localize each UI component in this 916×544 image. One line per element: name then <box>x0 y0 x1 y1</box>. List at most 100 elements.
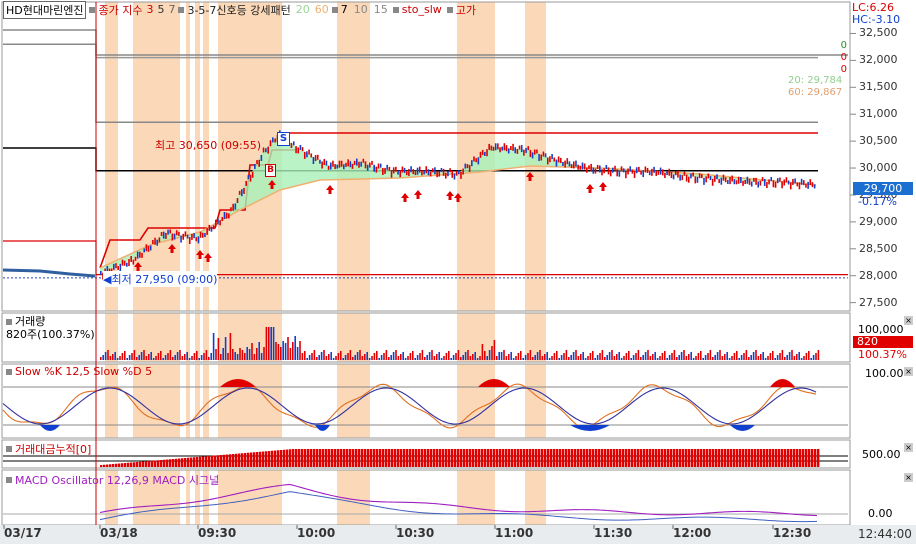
volume-bar <box>100 357 102 360</box>
stoch-period-15[interactable]: 15 <box>374 3 388 16</box>
candle <box>310 153 313 158</box>
candle <box>141 252 143 258</box>
cum-bar <box>682 449 685 467</box>
candle <box>538 153 540 161</box>
cum-bar <box>193 457 196 467</box>
cum-bar <box>712 449 715 467</box>
cum-bar <box>580 449 583 467</box>
volume-bar <box>577 356 580 360</box>
volume-bar <box>270 327 272 360</box>
volume-title[interactable]: 거래량 <box>15 315 45 328</box>
volume-bar <box>224 337 227 360</box>
volume-bar <box>354 355 356 360</box>
candle <box>208 224 211 231</box>
candle <box>766 181 768 188</box>
candle <box>182 233 185 240</box>
volume-bar <box>102 355 104 360</box>
stoch-period-7[interactable]: 7 <box>341 3 348 16</box>
candle <box>329 162 332 170</box>
cum-bar <box>754 449 757 467</box>
candle <box>620 166 623 172</box>
candle <box>247 175 250 180</box>
volume-bar <box>426 355 428 360</box>
ma-period-3[interactable]: 3 <box>146 3 153 16</box>
price-tick-label: 27,500 <box>859 295 898 309</box>
volume-bar <box>342 358 344 360</box>
volume-bar <box>143 350 145 360</box>
low-annotation: ◀최저 27,950 (09:00) <box>103 271 218 287</box>
buy-signal-marker[interactable]: B <box>265 164 276 177</box>
candle <box>351 163 354 169</box>
stock-name[interactable]: HD현대마린엔진 <box>3 0 87 19</box>
macd-title[interactable]: MACD Oscillator 12,26,9 MACD 시그널 <box>15 472 219 488</box>
candle <box>789 182 792 190</box>
candle <box>366 164 369 171</box>
volume-bar <box>167 353 169 360</box>
cum-bar <box>226 454 229 467</box>
cum-bar <box>385 449 388 467</box>
candle <box>564 160 566 168</box>
candle <box>382 167 384 175</box>
pattern-period-60[interactable]: 60 <box>315 3 329 16</box>
volume-bar <box>793 356 796 360</box>
stoch-title[interactable]: Slow %K 12,5 Slow %D 5 <box>15 365 152 378</box>
cum-bar <box>784 449 787 467</box>
volume-bar <box>671 353 673 360</box>
sell-signal-marker[interactable]: S <box>277 132 290 146</box>
volume-bar <box>176 352 179 360</box>
time-label: 09:30 <box>198 526 237 540</box>
up-arrow-icon <box>414 190 422 199</box>
stoch-close-icon[interactable]: × <box>904 367 913 376</box>
volume-bar <box>424 357 426 360</box>
cum-bar <box>133 462 136 467</box>
pattern-label[interactable]: 3-5-7신호등 강세패턴 <box>187 2 290 18</box>
ma20-label: 20: 29,784 <box>788 75 843 86</box>
volume-bar <box>486 356 488 360</box>
stoch-label[interactable]: sto_slw <box>402 3 442 16</box>
candle <box>416 167 419 175</box>
candle <box>303 151 306 159</box>
ma-period-7[interactable]: 7 <box>168 3 175 16</box>
volume-bar <box>304 351 306 360</box>
candle <box>753 177 755 182</box>
high-label[interactable]: 고가 <box>456 2 476 18</box>
volume-bar <box>472 354 474 360</box>
volume-bar <box>299 341 301 360</box>
volume-bar <box>328 354 330 360</box>
ma-period-5[interactable]: 5 <box>157 3 164 16</box>
cum-bar <box>673 449 676 467</box>
pattern-period-20[interactable]: 20 <box>296 3 310 16</box>
cum-bar <box>718 449 721 467</box>
cum-bar <box>370 449 373 467</box>
candle <box>395 166 397 172</box>
candle <box>742 180 744 186</box>
cum-close-icon[interactable]: × <box>904 443 913 452</box>
macd-close-icon[interactable]: × <box>904 473 913 482</box>
shade-zone <box>337 2 370 311</box>
candle <box>100 271 102 276</box>
candle <box>412 169 415 175</box>
cum-title[interactable]: 거래대금누적[0] <box>15 441 91 457</box>
volume-bar <box>265 327 268 360</box>
cum-bar <box>253 452 256 467</box>
ma-label[interactable]: 종가 지수 <box>98 2 142 18</box>
cum-bar <box>631 449 634 467</box>
volume-bar <box>148 354 150 360</box>
up-arrow-icon <box>446 191 454 200</box>
cum-bar <box>484 449 487 467</box>
cum-bar <box>142 461 145 467</box>
cum-bar <box>181 458 184 467</box>
volume-bar <box>697 353 700 360</box>
cum-bar <box>265 451 268 467</box>
candle <box>169 229 172 234</box>
stoch-period-10[interactable]: 10 <box>354 3 368 16</box>
volume-bar <box>313 350 316 360</box>
volume-bar <box>227 353 229 360</box>
volume-bar <box>390 355 392 360</box>
cum-bar <box>451 449 454 467</box>
prev-day-line <box>2 268 96 278</box>
candle <box>197 236 200 244</box>
volume-bar <box>666 358 668 360</box>
volume-close-icon[interactable]: × <box>904 316 913 325</box>
candle <box>191 233 193 240</box>
